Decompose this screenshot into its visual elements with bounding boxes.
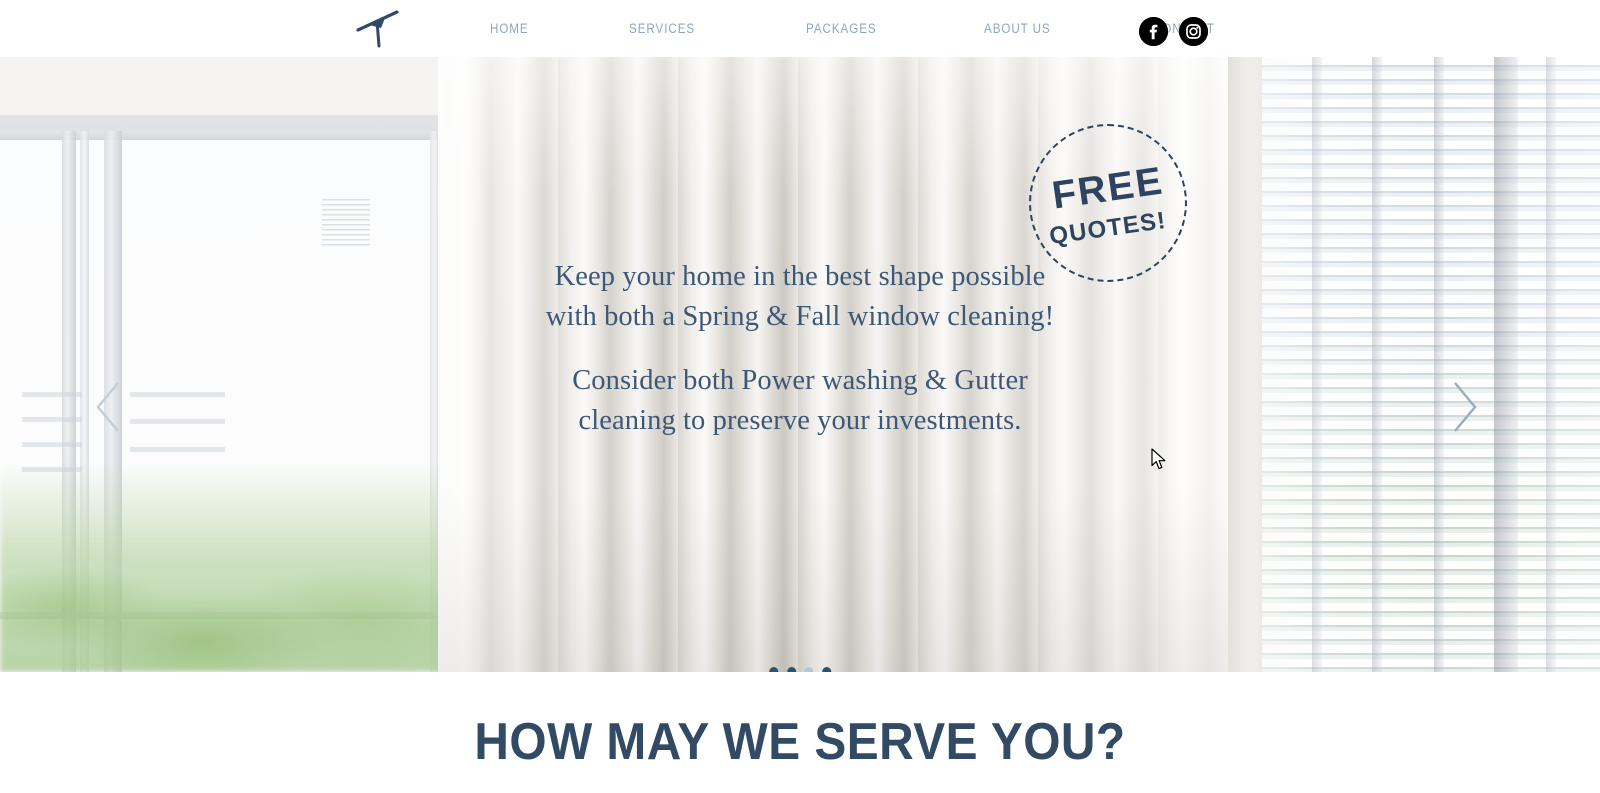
nav-item-about-us[interactable]: ABOUT US (984, 21, 1051, 36)
nav-item-home[interactable]: HOME (490, 21, 529, 36)
hero-paragraph-1: Keep your home in the best shape possibl… (0, 257, 1600, 337)
hero-paragraph-2: Consider both Power washing & Gutter cle… (0, 361, 1600, 441)
mouse-cursor (1151, 448, 1168, 476)
hero-slider[interactable]: FREE QUOTES! Keep your home in the best … (0, 57, 1600, 672)
nav-item-packages[interactable]: PACKAGES (806, 21, 877, 36)
hero-text-block: Keep your home in the best shape possibl… (0, 257, 1600, 441)
hero-p2-line2: cleaning to preserve your investments. (578, 405, 1022, 436)
chevron-left-icon (96, 382, 119, 432)
slider-next-arrow[interactable] (1447, 379, 1481, 435)
facebook-icon[interactable] (1139, 17, 1168, 46)
free-quotes-badge: FREE QUOTES! (1029, 124, 1187, 282)
window-vent-detail (322, 199, 370, 247)
slider-dot-1[interactable] (769, 667, 779, 672)
slider-dot-2[interactable] (786, 667, 796, 672)
slider-dots[interactable] (769, 667, 831, 672)
squeegee-logo-icon[interactable] (355, 6, 403, 50)
main-navigation[interactable]: HOME SERVICES PACKAGES ABOUT US CONTACT (490, 0, 1225, 57)
slider-prev-arrow[interactable] (92, 379, 126, 435)
hero-p2-line1: Consider both Power washing & Gutter (572, 365, 1028, 396)
slider-dot-3[interactable] (804, 667, 814, 672)
hero-p1-line2: with both a Spring & Fall window cleanin… (545, 301, 1055, 332)
slider-dot-4[interactable] (821, 667, 831, 672)
social-links[interactable] (1139, 17, 1208, 46)
nav-item-services[interactable]: SERVICES (629, 21, 695, 36)
hero-p1-line1: Keep your home in the best shape possibl… (554, 261, 1046, 292)
section-heading: HOW MAY WE SERVE YOU? (474, 713, 1126, 771)
instagram-icon[interactable] (1179, 17, 1208, 46)
services-section: HOW MAY WE SERVE YOU? (0, 672, 1600, 793)
chevron-right-icon (1454, 382, 1477, 432)
site-header: HOME SERVICES PACKAGES ABOUT US CONTACT (0, 0, 1600, 57)
